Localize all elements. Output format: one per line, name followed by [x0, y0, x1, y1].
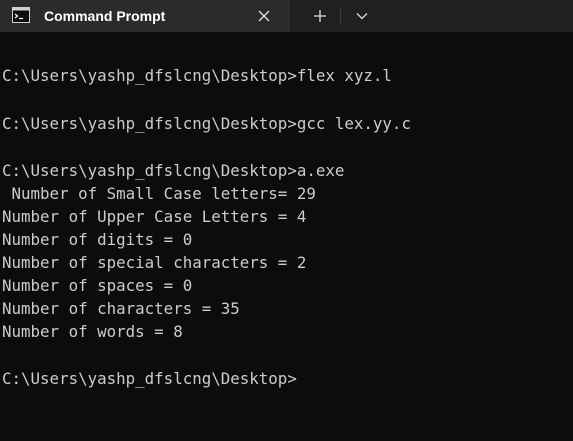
terminal-prompt: C:\Users\yashp_dfslcng\Desktop> — [2, 369, 297, 388]
terminal-line: Number of Small Case letters= 29 — [2, 184, 316, 203]
chevron-down-icon[interactable] — [348, 4, 376, 28]
command-prompt-window: Command Prompt C:\Users\yashp_dfslcng\De… — [0, 0, 573, 441]
terminal-line: C:\Users\yashp_dfslcng\Desktop>gcc lex.y… — [2, 114, 411, 133]
terminal-line: Number of digits = 0 — [2, 230, 193, 249]
tab-bar: Command Prompt — [0, 0, 573, 32]
tab-command-prompt[interactable]: Command Prompt — [0, 0, 290, 32]
terminal-line: Number of Upper Case Letters = 4 — [2, 207, 307, 226]
tab-divider — [340, 8, 341, 24]
terminal-line: Number of words = 8 — [2, 322, 183, 341]
terminal-line: Number of special characters = 2 — [2, 253, 307, 272]
terminal-line: C:\Users\yashp_dfslcng\Desktop>flex xyz.… — [2, 66, 392, 85]
tab-title: Command Prompt — [44, 8, 166, 24]
terminal-output[interactable]: C:\Users\yashp_dfslcng\Desktop>flex xyz.… — [0, 32, 573, 441]
terminal-line: Number of characters = 35 — [2, 299, 240, 318]
terminal-icon — [12, 7, 30, 23]
terminal-line: Number of spaces = 0 — [2, 276, 193, 295]
terminal-line: C:\Users\yashp_dfslcng\Desktop>a.exe — [2, 161, 345, 180]
close-icon[interactable] — [252, 6, 276, 26]
plus-icon[interactable] — [306, 4, 334, 28]
